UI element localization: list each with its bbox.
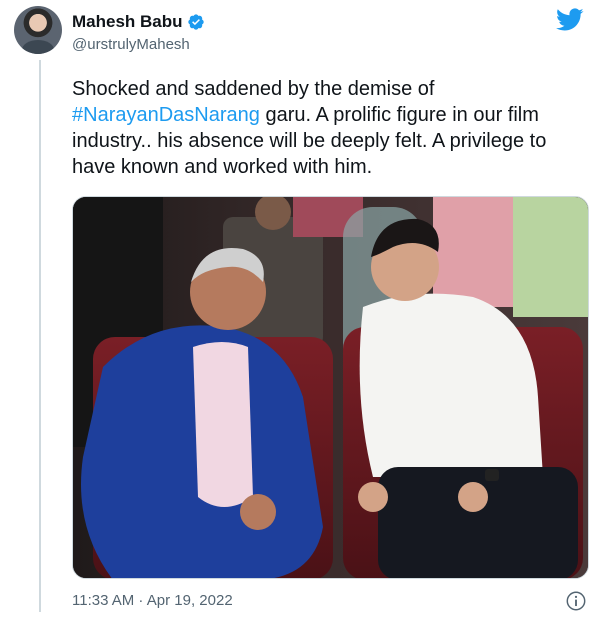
tweet-card: Mahesh Babu @urstrulyMahesh Shocked and … (0, 0, 600, 617)
tweet-photo[interactable] (72, 196, 589, 579)
author-name[interactable]: Mahesh Babu (72, 12, 183, 32)
avatar[interactable] (14, 6, 62, 54)
tweet-text-start: Shocked and saddened by the demise of (72, 78, 435, 100)
tweet-date: Apr 19, 2022 (146, 592, 233, 609)
tweet-timestamp[interactable]: 11:33 AM · Apr 19, 2022 (72, 592, 233, 609)
name-row: Mahesh Babu (72, 12, 205, 32)
info-icon[interactable] (565, 590, 587, 612)
tweet-time: 11:33 AM (72, 592, 135, 609)
thread-line (39, 60, 41, 612)
tweet-header: Mahesh Babu @urstrulyMahesh (14, 6, 584, 64)
verified-badge-icon (187, 14, 204, 30)
hashtag-link[interactable]: #NarayanDasNarang (72, 104, 260, 126)
photo-illustration (73, 197, 588, 578)
tweet-text: Shocked and saddened by the demise of #N… (72, 76, 572, 180)
meta-separator: · (134, 592, 147, 609)
author-handle[interactable]: @urstrulyMahesh (72, 36, 190, 53)
twitter-bird-icon[interactable] (556, 8, 584, 32)
